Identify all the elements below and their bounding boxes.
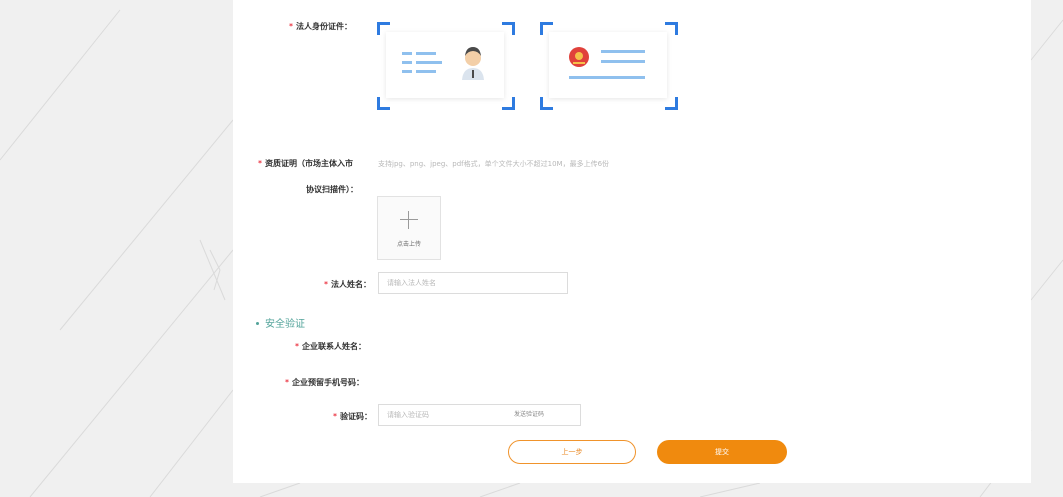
contact-name-label: * 企业联系人姓名： [295,342,366,351]
legal-id-label: * 法人身份证件： [289,22,352,31]
required-mark: * [324,280,328,289]
required-mark: * [258,159,262,168]
submit-button[interactable]: 提交 [657,440,787,464]
upload-label: 点击上传 [396,241,421,248]
previous-step-button[interactable]: 上一步 [508,440,636,464]
id-card-portrait-icon [402,47,484,80]
qualification-hint: 支持jpg、png、jpeg、pdf格式，单个文件大小不超过10M，最多上传6份 [378,160,610,168]
qualification-upload-button[interactable]: 点击上传 [377,196,441,260]
id-card-emblem-icon [569,47,645,79]
verification-code-label: * 验证码： [333,412,372,421]
required-mark: * [289,22,293,31]
section-dot-icon [256,321,259,325]
plus-icon [400,211,418,229]
frame-corner [540,97,553,110]
id-card-portrait-illustration [386,32,504,98]
legal-name-input[interactable] [378,272,568,294]
qualification-label-cont: 协议扫描件）： [306,185,358,194]
frame-corner [377,97,390,110]
send-code-button[interactable]: 发送验证码 [514,409,544,418]
verification-code-input[interactable] [378,404,581,426]
frame-corner [665,97,678,110]
qualification-label: * 资质证明（市场主体入市 [258,159,353,168]
security-section-title: 安全验证 [256,315,305,330]
required-mark: * [285,378,289,387]
required-mark: * [295,342,299,351]
id-card-back-upload[interactable] [540,22,678,110]
legal-name-label: * 法人姓名： [324,280,371,289]
required-mark: * [333,412,337,421]
id-card-front-upload[interactable] [377,22,515,110]
id-card-emblem-illustration [549,32,667,98]
phone-label: * 企业预留手机号码： [285,378,364,387]
frame-corner [502,97,515,110]
